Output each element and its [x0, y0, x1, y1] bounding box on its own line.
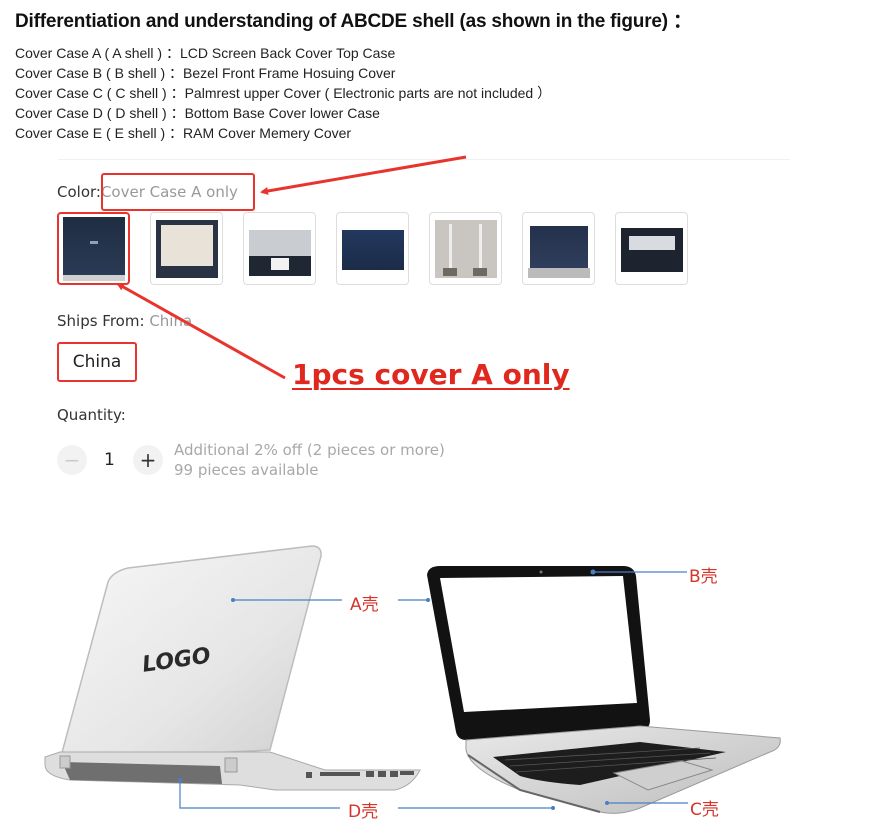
variant-cover-case-b[interactable]	[150, 212, 223, 285]
page-heading: Differentiation and understanding of ABC…	[15, 11, 692, 32]
variant-cover-case-c-d[interactable]	[615, 212, 688, 285]
availability-text: 99 pieces available	[174, 461, 319, 479]
thumb-image-hinges	[434, 219, 497, 278]
laptop-back-illustration	[44, 545, 421, 791]
leader-lines	[179, 571, 688, 809]
arrow-to-selected-thumbnail	[116, 282, 286, 380]
label-a-shell: A壳	[350, 595, 379, 615]
discount-text: Additional 2% off (2 pieces or more)	[174, 441, 445, 459]
definition-e: Cover Case E ( E shell ) ：RAM Cover Meme…	[15, 125, 352, 141]
variant-cover-case-d[interactable]	[336, 212, 409, 285]
quantity-decrease-button[interactable]: −	[57, 445, 87, 475]
divider	[58, 159, 790, 160]
laptop-front-illustration	[427, 566, 781, 814]
thumb-image-b	[155, 219, 218, 278]
definition-a: Cover Case A ( A shell ) ：LCD Screen Bac…	[15, 45, 396, 61]
quantity-label: Quantity:	[57, 406, 126, 424]
variant-cover-case-c[interactable]	[243, 212, 316, 285]
thumb-image-a	[62, 216, 125, 281]
definition-c: Cover Case C ( C shell ) ：Palmrest upper…	[15, 85, 552, 101]
label-b-shell: B壳	[689, 567, 718, 587]
definition-b: Cover Case B ( B shell ) ：Bezel Front Fr…	[15, 65, 396, 81]
color-value-highlight	[101, 173, 255, 211]
label-c-shell: C壳	[690, 800, 719, 820]
ships-from-label: Ships From:	[57, 312, 145, 330]
quantity-increase-button[interactable]: +	[133, 445, 163, 475]
variant-cover-case-a-b[interactable]	[522, 212, 595, 285]
definition-d: Cover Case D ( D shell ) ：Bottom Base Co…	[15, 105, 380, 121]
color-label: Color:	[57, 183, 101, 201]
variant-hinges[interactable]	[429, 212, 502, 285]
ships-from-option-china[interactable]: China	[57, 342, 137, 382]
quantity-value[interactable]: 1	[104, 450, 115, 470]
variant-cover-case-a[interactable]	[57, 212, 130, 285]
quantity-info: Additional 2% off (2 pieces or more) 99 …	[174, 440, 445, 480]
ships-from-value: China	[149, 312, 193, 330]
thumb-image-c	[248, 219, 311, 278]
arrow-to-color-value	[260, 155, 467, 195]
logo-text: LOGO	[141, 643, 213, 677]
annotation-cover-a-only: 1pcs cover A only	[292, 358, 570, 391]
label-d-shell: D壳	[348, 802, 379, 822]
thumb-image-c-d	[620, 219, 683, 278]
thumb-image-d	[341, 219, 404, 278]
variant-thumbnails	[57, 212, 688, 285]
leader-d-left	[179, 780, 340, 809]
ships-from-row: Ships From: China	[57, 312, 192, 330]
shell-definitions: Cover Case A ( A shell ) ：LCD Screen Bac…	[15, 43, 551, 143]
thumb-image-a-b	[527, 219, 590, 278]
